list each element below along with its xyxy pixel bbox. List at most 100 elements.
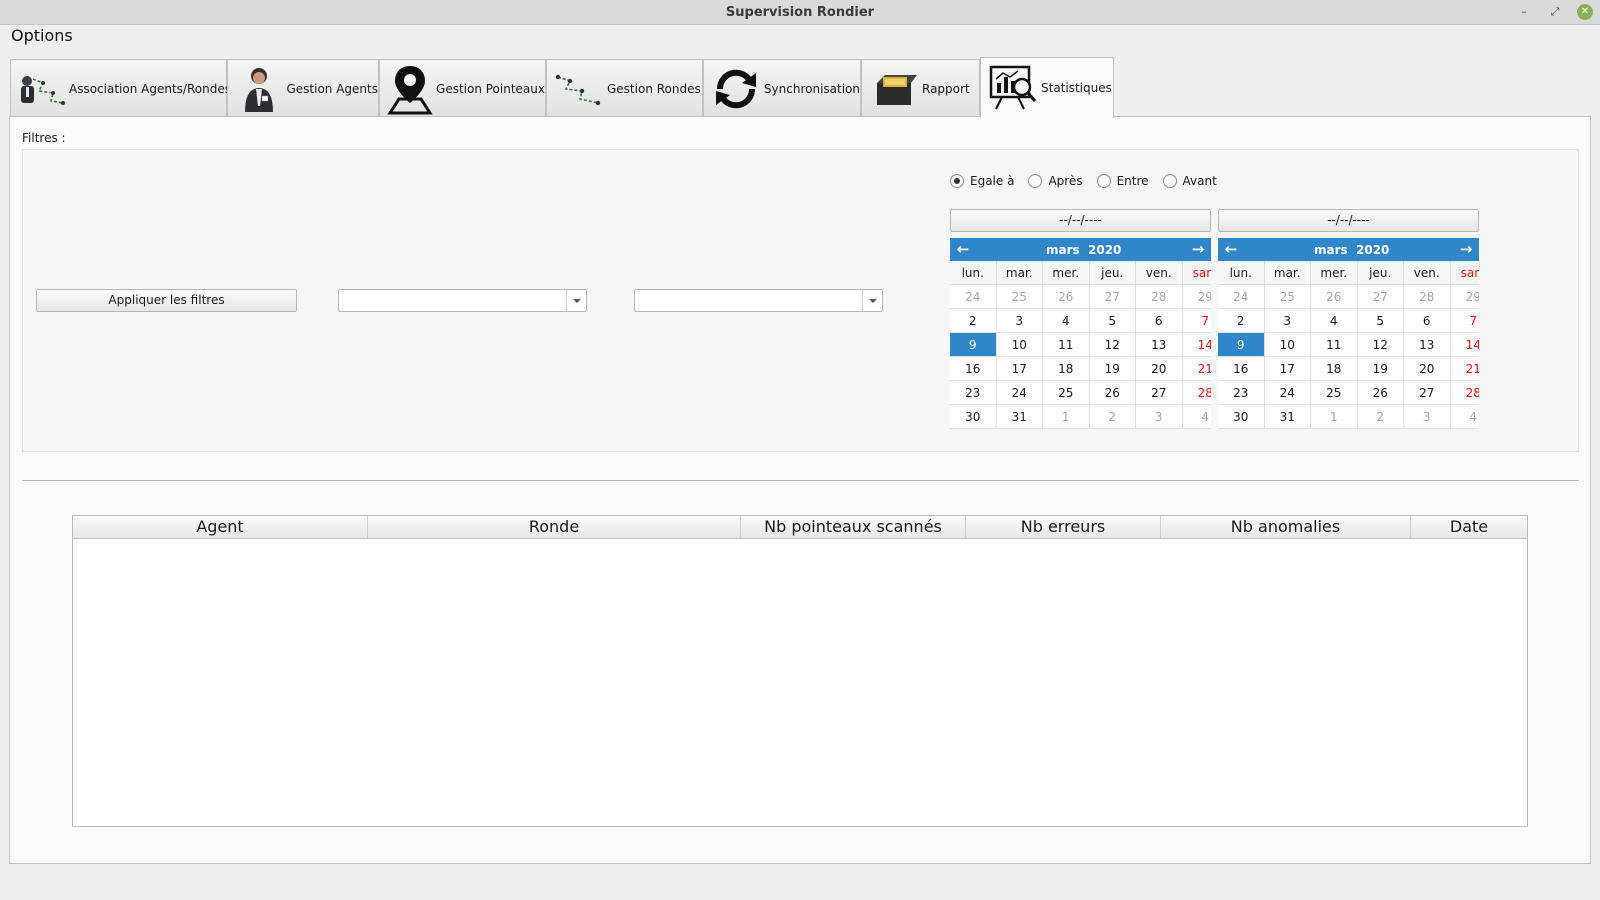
calendar-day[interactable]: 19: [1089, 357, 1136, 381]
calendar-day[interactable]: 29: [1182, 285, 1211, 309]
calendar-day[interactable]: 26: [1043, 285, 1090, 309]
calendar-month[interactable]: mars: [1314, 243, 1348, 257]
date-end-field[interactable]: --/--/----: [1218, 209, 1479, 232]
calendar-day[interactable]: 28: [1450, 381, 1479, 405]
calendar-day[interactable]: 21: [1450, 357, 1479, 381]
calendar-day[interactable]: 27: [1089, 285, 1136, 309]
calendar-day[interactable]: 11: [1311, 333, 1358, 357]
calendar-day[interactable]: 7: [1182, 309, 1211, 333]
calendar-day[interactable]: 26: [1089, 381, 1136, 405]
calendar-day[interactable]: 27: [1136, 381, 1183, 405]
calendar-day[interactable]: 16: [950, 357, 997, 381]
calendar-end[interactable]: ← mars 2020 → lun.mar.mer.jeu.ven.sam242…: [1218, 238, 1479, 429]
calendar-day[interactable]: 27: [1404, 381, 1451, 405]
calendar-day[interactable]: 25: [1043, 381, 1090, 405]
close-icon[interactable]: ✕: [1577, 4, 1593, 20]
apply-filters-button[interactable]: Appliquer les filtres: [36, 289, 297, 312]
calendar-day[interactable]: 3: [1136, 405, 1183, 429]
calendar-day[interactable]: 26: [1357, 381, 1404, 405]
calendar-day[interactable]: 4: [1182, 405, 1211, 429]
radio-button[interactable]: [1028, 174, 1043, 188]
radio-avant[interactable]: Avant: [1162, 174, 1217, 188]
calendar-day[interactable]: 28: [1404, 285, 1451, 309]
calendar-month[interactable]: mars: [1046, 243, 1080, 257]
calendar-day[interactable]: 3: [1264, 309, 1311, 333]
tab-gestion-rondes[interactable]: Gestion Rondes: [546, 59, 703, 117]
calendar-day[interactable]: 24: [1218, 285, 1265, 309]
calendar-day[interactable]: 2: [1218, 309, 1265, 333]
date-start-field[interactable]: --/--/----: [950, 209, 1211, 232]
calendar-day[interactable]: 14: [1450, 333, 1479, 357]
calendar-day[interactable]: 10: [996, 333, 1043, 357]
calendar-day[interactable]: 2: [1089, 405, 1136, 429]
calendar-day[interactable]: 12: [1089, 333, 1136, 357]
tab-gestion-agents[interactable]: Gestion Agents: [227, 59, 379, 117]
chevron-down-icon[interactable]: [566, 290, 586, 311]
calendar-day[interactable]: 30: [1218, 405, 1265, 429]
calendar-day[interactable]: 14: [1182, 333, 1211, 357]
tab-synchronisation[interactable]: Synchronisation: [703, 59, 861, 117]
tab-rapport[interactable]: Rapport: [861, 59, 980, 117]
chevron-down-icon[interactable]: [862, 290, 882, 311]
calendar-day[interactable]: 3: [1404, 405, 1451, 429]
calendar-day[interactable]: 1: [1311, 405, 1358, 429]
column-header-nb-erreurs[interactable]: Nb erreurs: [966, 516, 1161, 538]
tab-association-agents-rondes[interactable]: Association Agents/Rondes: [10, 59, 231, 117]
calendar-day[interactable]: 24: [996, 381, 1043, 405]
calendar-day[interactable]: 16: [1218, 357, 1265, 381]
calendar-day[interactable]: 31: [996, 405, 1043, 429]
arrow-left-icon[interactable]: ←: [1221, 240, 1241, 258]
minimize-icon[interactable]: –: [1516, 4, 1532, 20]
column-header-nb-pointeaux[interactable]: Nb pointeaux scannés: [741, 516, 966, 538]
calendar-day[interactable]: 12: [1357, 333, 1404, 357]
calendar-day[interactable]: 13: [1404, 333, 1451, 357]
ronde-filter-combo[interactable]: [634, 289, 883, 312]
calendar-day[interactable]: 26: [1311, 285, 1358, 309]
calendar-day[interactable]: 4: [1043, 309, 1090, 333]
calendar-day[interactable]: 21: [1182, 357, 1211, 381]
calendar-day[interactable]: 9: [1218, 333, 1265, 357]
statistics-table[interactable]: Agent Ronde Nb pointeaux scannés Nb erre…: [72, 515, 1528, 827]
column-header-agent[interactable]: Agent: [73, 516, 368, 538]
calendar-day[interactable]: 27: [1357, 285, 1404, 309]
calendar-day[interactable]: 20: [1136, 357, 1183, 381]
calendar-day[interactable]: 25: [996, 285, 1043, 309]
radio-egale[interactable]: Egale à: [950, 174, 1014, 188]
calendar-day[interactable]: 4: [1311, 309, 1358, 333]
arrow-right-icon[interactable]: →: [1188, 240, 1208, 258]
calendar-day[interactable]: 17: [1264, 357, 1311, 381]
radio-entre[interactable]: Entre: [1096, 174, 1149, 188]
calendar-day[interactable]: 20: [1404, 357, 1451, 381]
radio-button[interactable]: [950, 174, 964, 188]
calendar-day[interactable]: 30: [950, 405, 997, 429]
calendar-day[interactable]: 18: [1043, 357, 1090, 381]
calendar-day[interactable]: 25: [1264, 285, 1311, 309]
calendar-day[interactable]: 7: [1450, 309, 1479, 333]
calendar-day[interactable]: 6: [1404, 309, 1451, 333]
calendar-day[interactable]: 4: [1450, 405, 1479, 429]
calendar-day[interactable]: 3: [996, 309, 1043, 333]
menu-options[interactable]: Options: [11, 26, 73, 45]
calendar-day[interactable]: 28: [1136, 285, 1183, 309]
calendar-day[interactable]: 1: [1043, 405, 1090, 429]
calendar-year[interactable]: 2020: [1088, 243, 1121, 257]
radio-button[interactable]: [1096, 174, 1111, 188]
calendar-day[interactable]: 6: [1136, 309, 1183, 333]
radio-apres[interactable]: Après: [1028, 174, 1083, 188]
calendar-day[interactable]: 28: [1182, 381, 1211, 405]
tab-statistiques[interactable]: Statistiques: [980, 57, 1114, 118]
calendar-day[interactable]: 25: [1311, 381, 1358, 405]
agent-filter-combo[interactable]: [338, 289, 587, 312]
maximize-icon[interactable]: ⤢: [1547, 4, 1563, 20]
arrow-right-icon[interactable]: →: [1456, 240, 1476, 258]
calendar-day[interactable]: 23: [1218, 381, 1265, 405]
calendar-day[interactable]: 5: [1357, 309, 1404, 333]
calendar-day[interactable]: 29: [1450, 285, 1479, 309]
column-header-date[interactable]: Date: [1411, 516, 1527, 538]
calendar-year[interactable]: 2020: [1356, 243, 1389, 257]
calendar-day[interactable]: 2: [950, 309, 997, 333]
calendar-day[interactable]: 9: [950, 333, 997, 357]
calendar-day[interactable]: 5: [1089, 309, 1136, 333]
calendar-day[interactable]: 31: [1264, 405, 1311, 429]
calendar-day[interactable]: 10: [1264, 333, 1311, 357]
